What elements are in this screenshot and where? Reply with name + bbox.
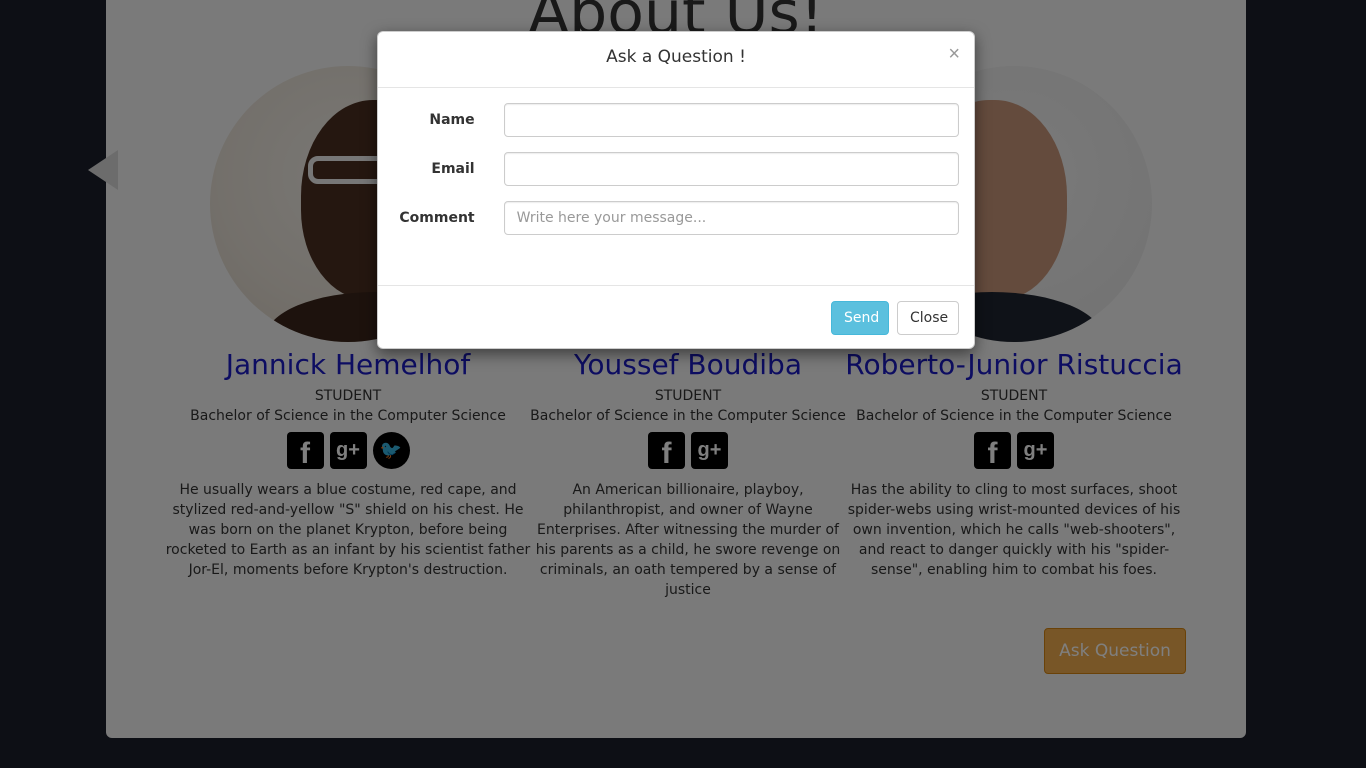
email-field[interactable] <box>503 152 959 186</box>
modal-body: Name Email Comment <box>378 88 974 285</box>
email-label: Email <box>431 161 475 177</box>
comment-label: Comment <box>399 210 475 226</box>
modal-title: Ask a Question ! <box>606 47 746 67</box>
name-row: Name <box>393 103 959 137</box>
close-icon[interactable]: × <box>948 44 960 64</box>
close-button[interactable]: Close <box>897 300 959 335</box>
name-label: Name <box>429 112 475 128</box>
modal-footer: Send Close <box>378 285 974 349</box>
ask-question-modal: Ask a Question ! × Name Email Comment Se… <box>377 31 975 349</box>
send-button[interactable]: Send <box>831 300 889 335</box>
comment-row: Comment <box>393 201 959 235</box>
email-row: Email <box>393 152 959 186</box>
name-field[interactable] <box>503 103 959 137</box>
modal-header: Ask a Question ! × <box>378 32 974 88</box>
comment-field[interactable] <box>503 201 959 235</box>
